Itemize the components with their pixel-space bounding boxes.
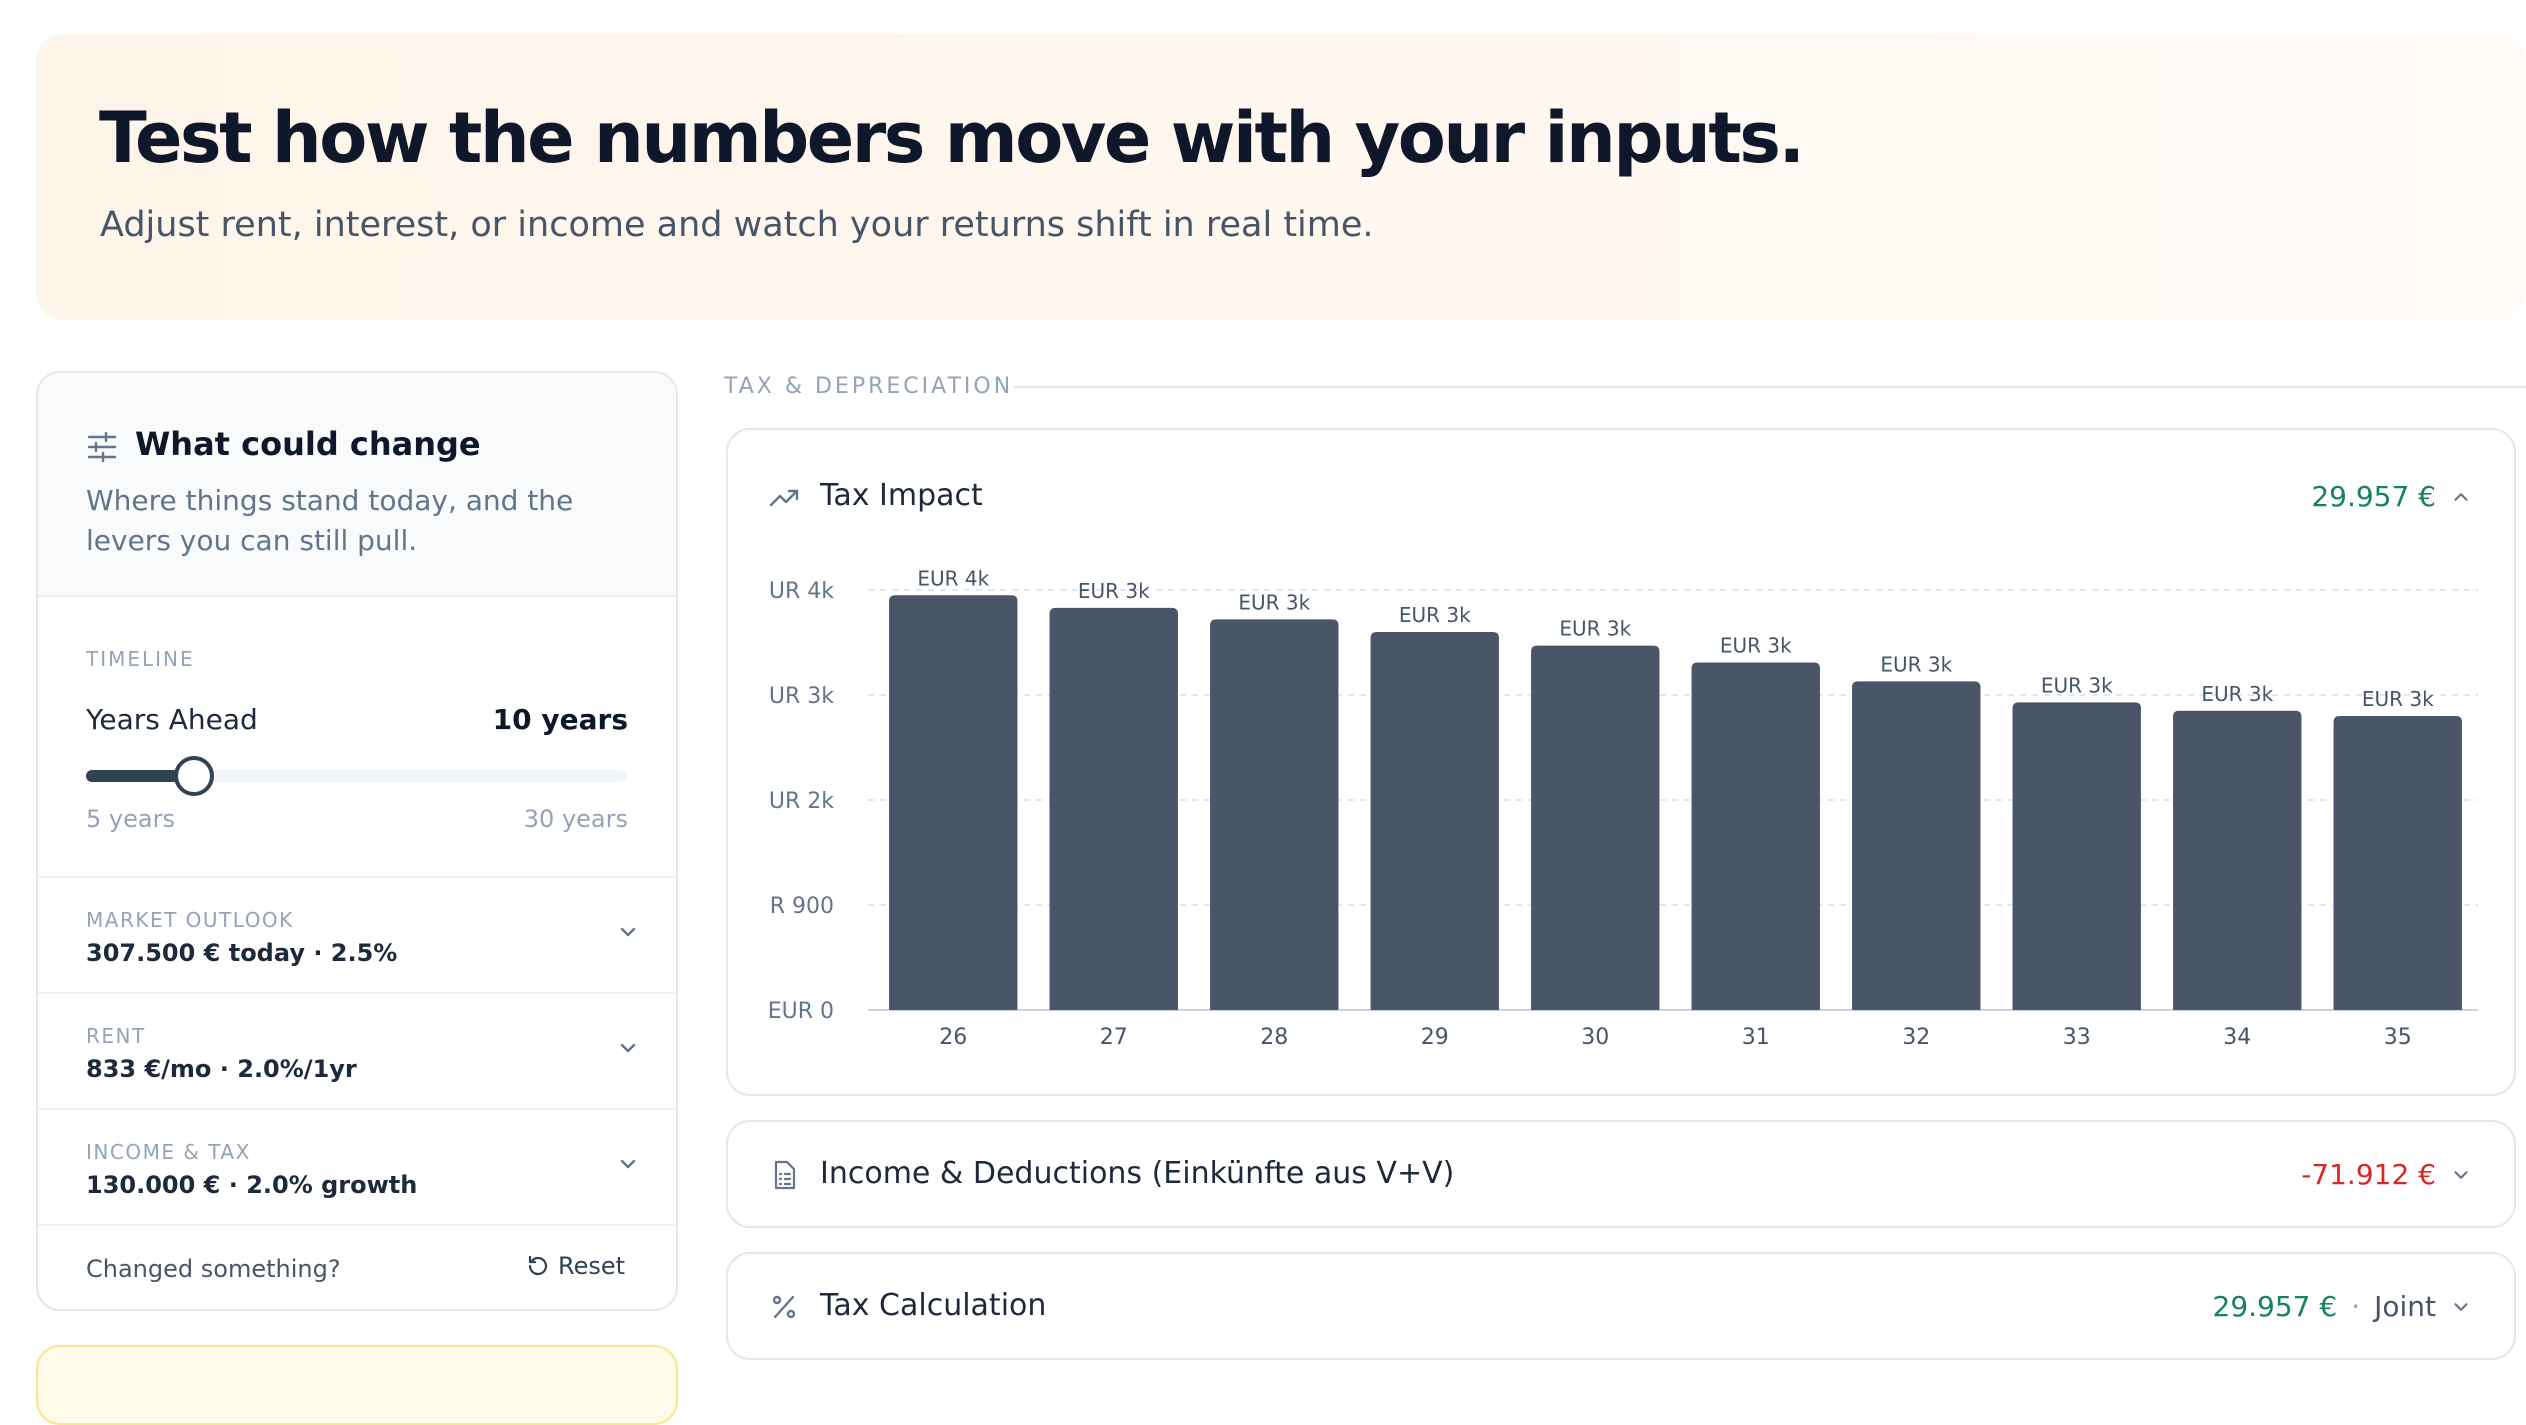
y-tick-label: EUR 4k [768, 579, 834, 604]
y-tick-label: EUR 2k [768, 789, 834, 814]
market-outlook-label: MARKET OUTLOOK [86, 908, 294, 932]
hero-title: Test how the numbers move with your inpu… [99, 97, 1805, 179]
bar-data-label: EUR 3k [2201, 682, 2273, 706]
x-tick-label: 33 [2063, 1025, 2091, 1050]
y-tick-label: EUR 3k [768, 684, 834, 709]
bar [2012, 702, 2141, 1010]
chevron-down-icon[interactable] [2450, 1296, 2472, 1318]
slider-max-label: 30 years [523, 805, 628, 833]
slider-thumb[interactable] [174, 756, 214, 796]
bar [1691, 662, 1820, 1010]
hero-banner: Test how the numbers move with your inpu… [36, 34, 2526, 320]
tax-impact-chart: EUR 0 IR 900 EUR 2k EUR 3k EUR 4k EUR 4k 26 EUR… [768, 566, 2478, 1050]
filing-mode[interactable]: Joint [2374, 1290, 2436, 1323]
bar [1210, 619, 1339, 1010]
x-tick-label: 26 [939, 1025, 967, 1050]
x-tick-label: 28 [1260, 1025, 1288, 1050]
bar [1531, 645, 1660, 1010]
tax-calculation-title: Tax Calculation [820, 1288, 1047, 1323]
x-tick-label: 35 [2384, 1025, 2412, 1050]
separator-dot: · [2351, 1290, 2361, 1323]
x-tick-label: 34 [2223, 1025, 2251, 1050]
bar-data-label: EUR 3k [1880, 652, 1952, 676]
reset-icon [528, 1255, 548, 1276]
changed-something-text: Changed something? [86, 1255, 341, 1283]
years-ahead-label: Years Ahead [86, 703, 258, 736]
chevron-up-icon[interactable] [2450, 486, 2472, 508]
years-ahead-value: 10 years [492, 703, 628, 736]
what-could-change-panel: What could change Where things stand tod… [36, 371, 678, 1311]
market-outlook-value: 307.500 € today · 2.5% [86, 939, 398, 967]
rent-value: 833 €/mo · 2.0%/1yr [86, 1055, 357, 1083]
x-tick-label: 32 [1902, 1025, 1930, 1050]
y-tick-label: IR 900 [768, 894, 834, 919]
bar-data-label: EUR 3k [1559, 617, 1631, 641]
accordion-rent[interactable]: RENT 833 €/mo · 2.0%/1yr [38, 994, 676, 1110]
income-deductions-value: -71.912 € [2301, 1158, 2436, 1191]
years-ahead-slider[interactable] [86, 756, 626, 796]
bar [889, 595, 1018, 1010]
percent-icon [772, 1295, 796, 1319]
tax-impact-value: 29.957 € [2311, 480, 2436, 513]
bar [1370, 632, 1499, 1010]
bar-data-label: EUR 3k [1078, 579, 1150, 603]
income-deductions-card[interactable]: Income & Deductions (Einkünfte aus V+V) … [726, 1120, 2516, 1228]
trending-up-icon [769, 489, 799, 507]
income-tax-value: 130.000 € · 2.0% growth [86, 1171, 418, 1199]
timeline-section-label: TIMELINE [86, 647, 195, 671]
y-tick-label: EUR 0 [768, 999, 834, 1024]
bar [2333, 716, 2462, 1010]
panel-title: What could change [135, 425, 481, 463]
reset-button[interactable]: Reset [526, 1246, 625, 1286]
tax-calculation-card[interactable]: Tax Calculation 29.957 € · Joint [726, 1252, 2516, 1360]
tax-impact-summary[interactable]: 29.957 € [2311, 480, 2472, 513]
x-tick-label: 29 [1421, 1025, 1449, 1050]
chevron-down-icon[interactable] [2450, 1164, 2472, 1186]
income-deductions-summary[interactable]: -71.912 € [2301, 1158, 2472, 1191]
bar [1049, 607, 1178, 1010]
bar-data-label: EUR 3k [1720, 633, 1792, 657]
section-label: TAX & DEPRECIATION [724, 374, 1014, 399]
bar-data-label: EUR 3k [1238, 590, 1310, 614]
next-panel [36, 1345, 678, 1425]
section-divider [1014, 386, 2526, 388]
x-tick-label: 30 [1581, 1025, 1609, 1050]
x-tick-label: 31 [1742, 1025, 1770, 1050]
tax-calculation-summary[interactable]: 29.957 € · Joint [2213, 1290, 2473, 1323]
tax-impact-title[interactable]: Tax Impact [820, 478, 983, 513]
accordion-market-outlook[interactable]: MARKET OUTLOOK 307.500 € today · 2.5% [38, 878, 676, 994]
reset-label: Reset [558, 1252, 626, 1280]
bar-data-label: EUR 4k [917, 566, 989, 590]
panel-header: What could change Where things stand tod… [38, 373, 676, 597]
tax-impact-card: Tax Impact 29.957 € EUR 0IR 900EUR 2kEUR… [726, 428, 2516, 1096]
x-tick-label: 27 [1100, 1025, 1128, 1050]
chevron-down-icon[interactable] [616, 1152, 640, 1176]
bar-data-label: EUR 3k [2041, 673, 2113, 697]
bar [1852, 681, 1981, 1010]
chevron-down-icon[interactable] [616, 920, 640, 944]
hero-subtitle: Adjust rent, interest, or income and wat… [100, 205, 1374, 245]
document-icon [774, 1160, 796, 1190]
bar-data-label: EUR 3k [2362, 687, 2434, 711]
panel-description: Where things stand today, and the levers… [86, 484, 574, 557]
income-deductions-title: Income & Deductions (Einkünfte aus V+V) [820, 1156, 1455, 1191]
divider [38, 1224, 676, 1226]
chevron-down-icon[interactable] [616, 1036, 640, 1060]
tax-calculation-value: 29.957 € [2212, 1290, 2338, 1323]
income-tax-label: INCOME & TAX [86, 1140, 251, 1164]
rent-label: RENT [86, 1024, 146, 1048]
slider-min-label: 5 years [86, 805, 175, 833]
accordion-income-tax[interactable]: INCOME & TAX 130.000 € · 2.0% growth [38, 1110, 676, 1226]
bar [2173, 710, 2302, 1010]
bar-data-label: EUR 3k [1399, 603, 1471, 627]
sliders-icon [87, 431, 117, 463]
